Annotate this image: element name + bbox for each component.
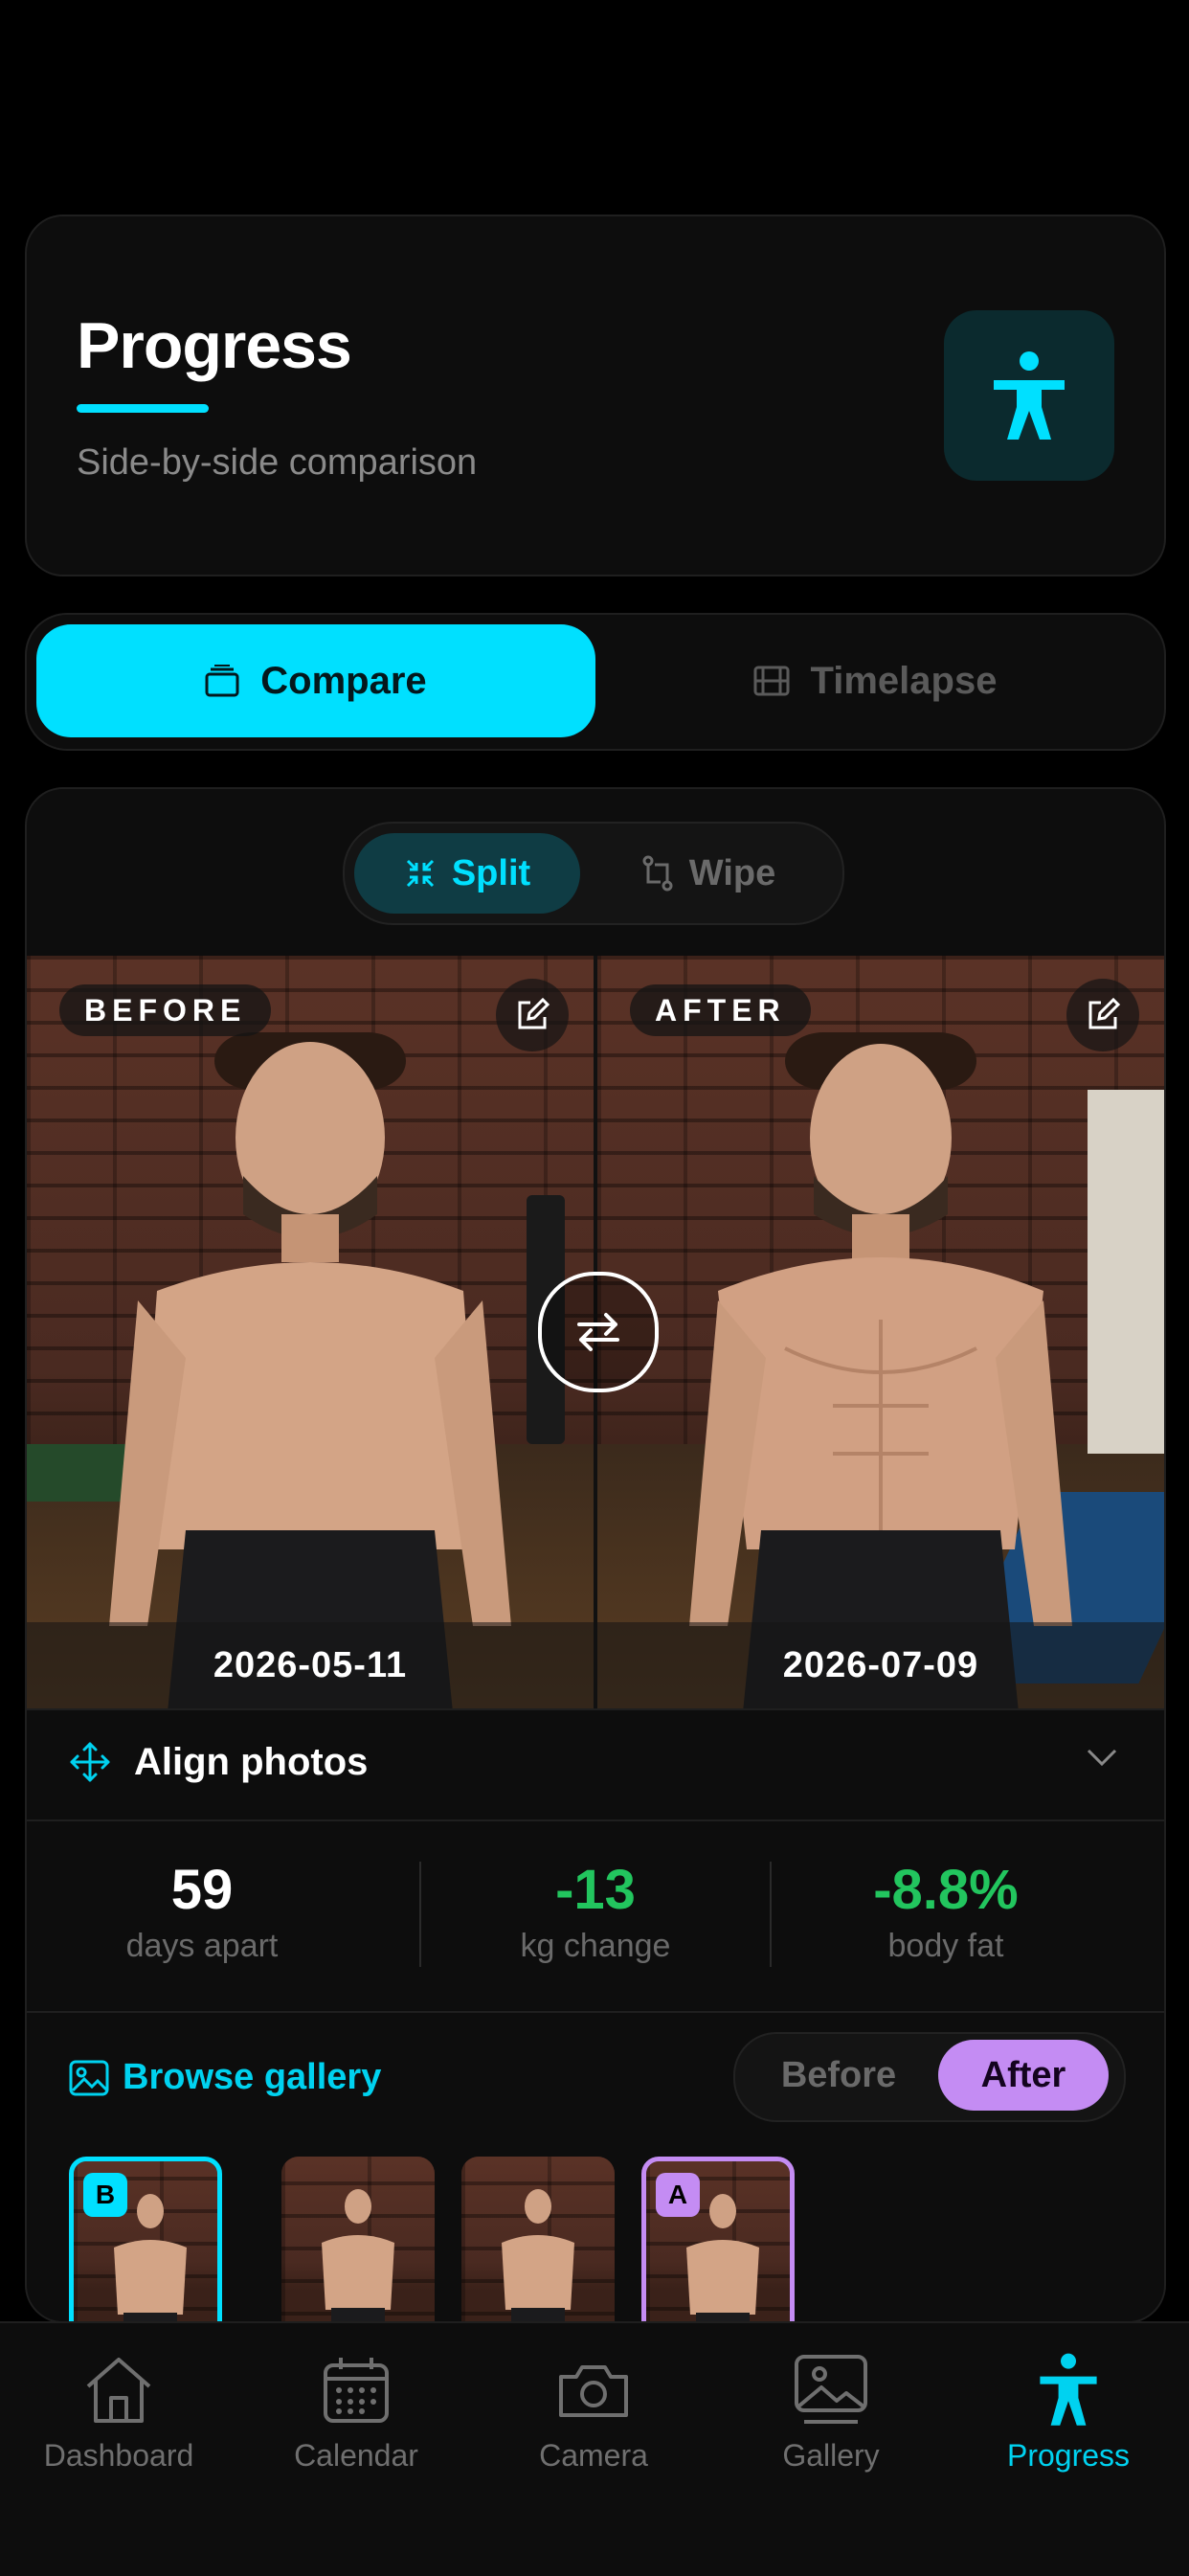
- swap-path-icon: [642, 855, 673, 892]
- thumbnail-badge-a: A: [656, 2173, 700, 2217]
- after-tag: AFTER: [630, 984, 811, 1036]
- stat-weight: -13 kg change: [420, 1858, 771, 1965]
- thumbnail-person: [322, 2189, 394, 2321]
- comparison-photos[interactable]: BEFORE 2026-05-11 AFTER 2026-07-09: [27, 956, 1164, 1708]
- title-underline: [77, 404, 209, 413]
- browse-gallery-label: Browse gallery: [123, 2057, 382, 2097]
- align-photos-row[interactable]: Align photos: [27, 1708, 1164, 1821]
- progress-header-button[interactable]: [944, 310, 1114, 481]
- stat-bodyfat: -8.8% body fat: [771, 1858, 1121, 1965]
- view-toggle: Split Wipe: [343, 822, 844, 925]
- bottom-nav: Dashboard Calendar Camera Gallery Progre…: [0, 2321, 1189, 2576]
- mode-toggle: Compare Timelapse: [25, 613, 1166, 751]
- thumbnail-after-selected[interactable]: A: [641, 2157, 795, 2321]
- swap-photos-button[interactable]: [538, 1272, 659, 1392]
- toggle-before[interactable]: Before: [743, 2040, 934, 2111]
- after-person-figure: [689, 1032, 1072, 1708]
- tab-compare[interactable]: Compare: [36, 624, 595, 737]
- thumbnail[interactable]: [461, 2157, 615, 2321]
- accessibility-person-icon: [1040, 2353, 1097, 2426]
- thumbnail-before-selected[interactable]: B: [69, 2157, 222, 2321]
- before-date: 2026-05-11: [27, 1622, 594, 1708]
- move-icon: [70, 1742, 110, 1782]
- stat-days-label: days apart: [125, 1928, 279, 1964]
- nav-progress[interactable]: Progress: [950, 2350, 1187, 2474]
- thumbnail-badge-b: B: [83, 2173, 127, 2217]
- edit-before-button[interactable]: [496, 979, 569, 1051]
- nav-calendar[interactable]: Calendar: [237, 2350, 475, 2474]
- view-wipe-button[interactable]: Wipe: [613, 833, 804, 914]
- stat-bodyfat-label: body fat: [887, 1928, 1004, 1964]
- before-person-figure: [109, 1032, 511, 1708]
- nav-camera-label: Camera: [539, 2438, 648, 2473]
- accessibility-person-icon: [994, 351, 1065, 440]
- edit-icon: [518, 998, 550, 1029]
- tab-timelapse-label: Timelapse: [810, 659, 998, 702]
- edit-after-button[interactable]: [1066, 979, 1139, 1051]
- camera-icon: [559, 2365, 628, 2417]
- edit-icon: [1088, 998, 1120, 1029]
- nav-gallery[interactable]: Gallery: [712, 2350, 950, 2474]
- swap-arrows-icon: [577, 1313, 619, 1351]
- nav-dashboard-label: Dashboard: [43, 2438, 194, 2473]
- align-photos-label: Align photos: [134, 1741, 369, 1783]
- tab-compare-label: Compare: [260, 659, 427, 702]
- view-split-label: Split: [451, 852, 531, 893]
- stat-weight-label: kg change: [520, 1928, 671, 1964]
- home-icon: [86, 2358, 151, 2423]
- film-icon: [753, 666, 790, 696]
- stat-weight-value: -13: [555, 1859, 636, 1921]
- after-date: 2026-07-09: [597, 1622, 1164, 1708]
- page-subtitle: Side-by-side comparison: [77, 442, 478, 483]
- nav-calendar-label: Calendar: [294, 2438, 418, 2473]
- collapse-arrows-icon: [406, 859, 434, 888]
- before-after-toggle: Before After: [733, 2032, 1126, 2122]
- after-photo[interactable]: AFTER 2026-07-09: [597, 956, 1164, 1708]
- stat-days: 59 days apart: [27, 1858, 377, 1965]
- view-wipe-label: Wipe: [688, 852, 776, 893]
- compare-card: Split Wipe BEFORE 2026-05-11 AFTER 2026-…: [25, 787, 1166, 2323]
- before-photo[interactable]: BEFORE 2026-05-11: [27, 956, 594, 1708]
- layers-icon: [205, 665, 239, 697]
- browse-gallery-link[interactable]: Browse gallery: [69, 2057, 381, 2098]
- page-title: Progress: [77, 309, 352, 382]
- gallery-row: Browse gallery Before After: [27, 2013, 1164, 2122]
- stats-row: 59 days apart -13 kg change -8.8% body f…: [27, 1819, 1164, 2013]
- header-card: Progress Side-by-side comparison: [25, 215, 1166, 576]
- thumbnail-person: [502, 2189, 574, 2321]
- nav-dashboard[interactable]: Dashboard: [0, 2350, 237, 2474]
- thumbnail[interactable]: [281, 2157, 435, 2321]
- stat-days-value: 59: [170, 1859, 234, 1921]
- chevron-down-icon: [1087, 1749, 1117, 1767]
- view-split-button[interactable]: Split: [354, 833, 580, 914]
- gallery-icon: [795, 2355, 867, 2424]
- nav-progress-label: Progress: [1006, 2438, 1131, 2473]
- before-tag: BEFORE: [59, 984, 272, 1036]
- image-icon: [69, 2060, 109, 2095]
- stat-bodyfat-value: -8.8%: [873, 1859, 1019, 1921]
- calendar-icon: [324, 2358, 389, 2423]
- toggle-after[interactable]: After: [938, 2040, 1109, 2111]
- tab-timelapse[interactable]: Timelapse: [595, 624, 1155, 737]
- nav-camera[interactable]: Camera: [475, 2350, 712, 2474]
- nav-gallery-label: Gallery: [782, 2438, 880, 2473]
